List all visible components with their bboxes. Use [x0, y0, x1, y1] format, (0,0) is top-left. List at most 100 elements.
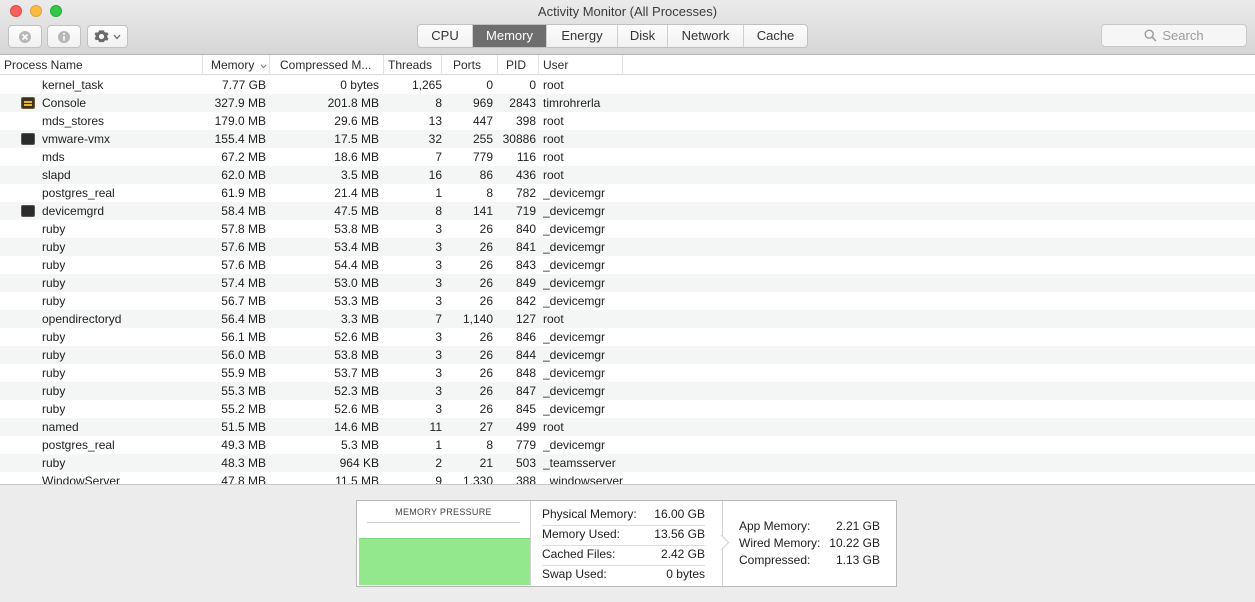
tab-disk[interactable]: Disk [618, 25, 668, 47]
cell-threads: 1,265 [411, 78, 442, 92]
table-row[interactable]: slapd 62.0 MB 3.5 MB 16 86 436 root [0, 166, 1255, 184]
tab-network[interactable]: Network [668, 25, 744, 47]
cell-compressed: 21.4 MB [334, 186, 379, 200]
stop-process-button[interactable] [8, 25, 42, 48]
cell-threads: 3 [435, 402, 442, 416]
cell-user: _devicemgr [543, 240, 606, 254]
cell-user: root [543, 420, 564, 434]
table-row[interactable]: ruby 48.3 MB 964 KB 2 21 503 _teamsserver [0, 454, 1255, 472]
window-title: Activity Monitor (All Processes) [537, 4, 718, 19]
tab-cache[interactable]: Cache [744, 25, 807, 47]
cell-name: ruby [42, 276, 66, 290]
table-row[interactable]: ruby 56.1 MB 52.6 MB 3 26 846 _devicemgr [0, 328, 1255, 346]
table-row[interactable]: postgres_real 61.9 MB 21.4 MB 1 8 782 _devicem… [0, 184, 1255, 202]
cell-compressed: 47.5 MB [334, 204, 379, 218]
table-row[interactable]: ruby 56.0 MB 53.8 MB 3 26 844 _devicemgr [0, 346, 1255, 364]
cell-ports: 21 [479, 456, 493, 470]
cell-name: ruby [42, 222, 66, 236]
table-row[interactable]: ruby 57.6 MB 53.4 MB 3 26 841 _devicemgr [0, 238, 1255, 256]
table-row[interactable]: ruby 56.7 MB 53.3 MB 3 26 842 _devicemgr [0, 292, 1255, 310]
cell-pid: 842 [515, 294, 536, 308]
cell-ports: 26 [479, 222, 493, 236]
cell-threads: 7 [435, 312, 442, 326]
cell-ports: 26 [479, 276, 493, 290]
table-row[interactable]: ruby 55.9 MB 53.7 MB 3 26 848 _devicemgr [0, 364, 1255, 382]
cell-ports: 8 [486, 186, 493, 200]
cell-name: WindowServer [42, 474, 121, 485]
cell-ports: 1,140 [462, 312, 493, 326]
cell-threads: 3 [435, 222, 442, 236]
cell-threads: 3 [435, 348, 442, 362]
terminal-app-icon [21, 133, 35, 145]
cell-user: root [543, 78, 564, 92]
column-header-pid[interactable]: PID [498, 55, 539, 75]
cell-ports: 26 [479, 348, 493, 362]
cell-ports: 26 [479, 402, 493, 416]
stat-label: Physical Memory: [542, 507, 637, 521]
cell-pid: 849 [515, 276, 536, 290]
cell-compressed: 14.6 MB [334, 420, 379, 434]
table-row[interactable]: named 51.5 MB 14.6 MB 11 27 499 root [0, 418, 1255, 436]
table-row[interactable]: postgres_real 49.3 MB 5.3 MB 1 8 779 _devicemg… [0, 436, 1255, 454]
search-icon [1144, 29, 1157, 42]
cell-name: devicemgrd [42, 204, 105, 218]
memory-summary-panel: MEMORY PRESSURE Physical Memory: 16.00 G… [0, 486, 1255, 602]
cell-user: _devicemgr [543, 438, 606, 452]
table-row[interactable]: ruby 57.8 MB 53.8 MB 3 26 840 _devicemgr [0, 220, 1255, 238]
cell-name: mds [42, 150, 65, 164]
cell-ports: 26 [479, 294, 493, 308]
inspect-process-button[interactable] [47, 25, 81, 48]
cell-threads: 7 [435, 150, 442, 164]
cell-pid: 398 [515, 114, 536, 128]
cell-name: ruby [42, 456, 66, 470]
table-row[interactable]: ruby 55.3 MB 52.3 MB 3 26 847 _devicemgr [0, 382, 1255, 400]
tab-cpu[interactable]: CPU [418, 25, 473, 47]
cell-name: ruby [42, 258, 66, 272]
cell-memory: 56.1 MB [221, 330, 266, 344]
gear-menu-button[interactable] [87, 25, 128, 48]
column-header-memory[interactable]: Memory [203, 55, 270, 75]
table-row[interactable]: WindowServer 47.8 MB 11.5 MB 9 1,330 388 _wind… [0, 472, 1255, 485]
cell-name: ruby [42, 294, 66, 308]
column-header-threads[interactable]: Threads [384, 55, 442, 75]
cell-user: _devicemgr [543, 366, 606, 380]
cell-threads: 3 [435, 366, 442, 380]
table-row[interactable]: opendirectoryd 56.4 MB 3.3 MB 7 1,140 127 root [0, 310, 1255, 328]
table-row[interactable]: ruby 57.4 MB 53.0 MB 3 26 849 _devicemgr [0, 274, 1255, 292]
cell-memory: 7.77 GB [221, 78, 266, 92]
column-header-user[interactable]: User [539, 55, 623, 75]
table-row[interactable]: devicemgrd 58.4 MB 47.5 MB 8 141 719 _devicemg… [0, 202, 1255, 220]
stat-label: Swap Used: [542, 567, 607, 581]
table-row[interactable]: vmware-vmx 155.4 MB 17.5 MB 32 255 30886 root [0, 130, 1255, 148]
table-row[interactable]: Console 327.9 MB 201.8 MB 8 969 2843 timrohrer… [0, 94, 1255, 112]
stat-value: 2.42 GB [660, 547, 705, 561]
cell-name: kernel_task [42, 78, 104, 92]
tab-memory[interactable]: Memory [473, 25, 547, 47]
cell-name: ruby [42, 240, 66, 254]
cell-pid: 845 [515, 402, 536, 416]
table-row[interactable]: kernel_task 7.77 GB 0 bytes 1,265 0 0 root [0, 76, 1255, 94]
table-row[interactable]: mds 67.2 MB 18.6 MB 7 779 116 root [0, 148, 1255, 166]
memory-stats-breakdown: App Memory: 2.21 GB Wired Memory: 10.22 … [739, 501, 880, 586]
cell-pid: 436 [515, 168, 536, 182]
tab-energy[interactable]: Energy [547, 25, 618, 47]
cell-user: _devicemgr [543, 294, 606, 308]
table-row[interactable]: ruby 55.2 MB 52.6 MB 3 26 845 _devicemgr [0, 400, 1255, 418]
column-header-compressed[interactable]: Compressed M... [270, 55, 384, 75]
cell-name: ruby [42, 402, 66, 416]
column-header-process-name[interactable]: Process Name [0, 55, 203, 75]
cell-name: ruby [42, 384, 66, 398]
cell-memory: 56.0 MB [221, 348, 266, 362]
cell-compressed: 53.8 MB [334, 348, 379, 362]
cell-threads: 2 [435, 456, 442, 470]
terminal-app-icon [21, 205, 35, 217]
cell-user: root [543, 168, 564, 182]
cell-memory: 58.4 MB [221, 204, 266, 218]
cell-memory: 179.0 MB [214, 114, 266, 128]
cell-threads: 1 [435, 186, 442, 200]
table-row[interactable]: mds_stores 179.0 MB 29.6 MB 13 447 398 root [0, 112, 1255, 130]
search-field[interactable]: Search [1101, 24, 1247, 47]
table-row[interactable]: ruby 57.6 MB 54.4 MB 3 26 843 _devicemgr [0, 256, 1255, 274]
cell-pid: 843 [515, 258, 536, 272]
column-header-ports[interactable]: Ports [442, 55, 498, 75]
